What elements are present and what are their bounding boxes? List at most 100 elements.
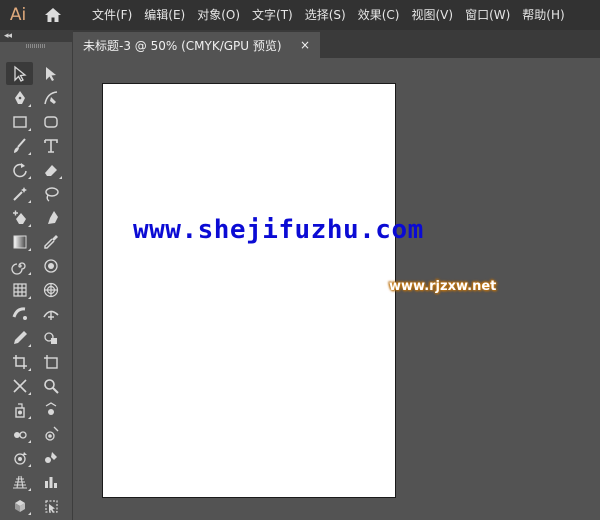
symbol-scruncher-tool-button[interactable] <box>6 422 33 445</box>
tool-group-indicator <box>28 440 31 443</box>
anchor-point-tool-button[interactable] <box>37 206 64 229</box>
tool-row <box>6 230 68 254</box>
direct-selection-tool-icon <box>45 66 56 81</box>
tool-row <box>6 422 68 446</box>
zoom-tool-icon <box>43 378 59 394</box>
tool-group-indicator <box>28 200 31 203</box>
menu-file[interactable]: 文件(F) <box>86 0 138 30</box>
symbol-shifter-tool-icon <box>45 401 56 415</box>
menu-help[interactable]: 帮助(H) <box>516 0 570 30</box>
polar-grid-tool-button[interactable] <box>37 278 64 301</box>
document-tab-bar: 未标题-3 @ 50% (CMYK/GPU 预览) × <box>73 30 600 58</box>
spiral-tool-button[interactable] <box>6 254 33 277</box>
symbol-sprayer-tool-button[interactable] <box>6 398 33 421</box>
magic-wand-tool-button[interactable] <box>6 182 33 205</box>
artboard-tool-button[interactable] <box>37 350 64 373</box>
tool-group-indicator <box>28 512 31 515</box>
live-paint-tool-button[interactable] <box>6 494 33 517</box>
tool-group-indicator <box>28 392 31 395</box>
symbol-sizer-tool-button[interactable] <box>37 422 64 445</box>
rotate-tool-icon <box>12 162 27 177</box>
column-graph-tool-button[interactable] <box>37 470 64 493</box>
menu-effect[interactable]: 效果(C) <box>352 0 406 30</box>
tool-group-indicator <box>28 224 31 227</box>
width-tool-button[interactable] <box>37 302 64 325</box>
home-icon[interactable] <box>38 0 68 30</box>
document-tab-title: 未标题-3 @ 50% (CMYK/GPU 预览) <box>83 38 282 53</box>
twirl-tool-icon <box>43 258 58 273</box>
tool-group-indicator <box>28 296 31 299</box>
eraser-tool-icon <box>44 164 57 176</box>
tool-row <box>6 494 68 518</box>
rectangle-tool-button[interactable] <box>6 110 33 133</box>
paintbrush-tool-button[interactable] <box>6 134 33 157</box>
lasso-tool-button[interactable] <box>37 182 64 205</box>
tool-row <box>6 446 68 470</box>
menu-bar: Ai 文件(F) 编辑(E) 对象(O) 文字(T) 选择(S) 效果(C) 视… <box>0 0 600 30</box>
blob-brush-tool-button[interactable] <box>6 302 33 325</box>
tool-group-indicator <box>28 488 31 491</box>
selection-tool-button[interactable] <box>6 62 33 85</box>
tool-row <box>6 134 68 158</box>
tool-row <box>6 182 68 206</box>
eraser-tool-button[interactable] <box>37 158 64 181</box>
panel-grip[interactable] <box>26 44 46 48</box>
menu-select[interactable]: 选择(S) <box>299 0 352 30</box>
symbol-spinner-tool-button[interactable] <box>6 446 33 469</box>
watermark-main: www.shejifuzhu.com <box>133 215 424 245</box>
live-paint-selection-tool-button[interactable] <box>37 494 64 517</box>
add-anchor-tool-button[interactable] <box>6 206 33 229</box>
tool-group-indicator <box>28 152 31 155</box>
collapse-panel-button[interactable]: ◂◂ <box>4 30 12 42</box>
perspective-grid-tool-button[interactable] <box>6 470 33 493</box>
live-paint-selection-tool-icon <box>44 499 58 513</box>
pen-tool-icon <box>14 90 25 104</box>
tool-row <box>6 278 68 302</box>
app-logo: Ai <box>9 5 27 25</box>
crop-tool-button[interactable] <box>6 350 33 373</box>
menu-type[interactable]: 文字(T) <box>246 0 299 30</box>
symbol-sizer-tool-icon <box>44 426 58 441</box>
menu-view[interactable]: 视图(V) <box>405 0 459 30</box>
symbol-shifter-tool-button[interactable] <box>37 398 64 421</box>
rotate-tool-button[interactable] <box>6 158 33 181</box>
type-tool-icon <box>43 138 58 153</box>
menu-object[interactable]: 对象(O) <box>191 0 246 30</box>
tool-row <box>6 62 68 86</box>
tool-row <box>6 470 68 494</box>
column-graph-tool-icon <box>44 476 57 488</box>
type-tool-button[interactable] <box>37 134 64 157</box>
twirl-tool-button[interactable] <box>37 254 64 277</box>
tool-row <box>6 158 68 182</box>
gradient-tool-button[interactable] <box>6 230 33 253</box>
pen-tool-button[interactable] <box>6 86 33 109</box>
close-icon[interactable]: × <box>300 38 310 52</box>
eyedropper-tool-button[interactable] <box>37 230 64 253</box>
gradient-tool-icon <box>13 235 26 248</box>
tools-panel: ◂◂ <box>0 30 73 520</box>
grid-tool-button[interactable] <box>6 278 33 301</box>
grid-tool-icon <box>12 282 27 297</box>
tool-group-indicator <box>28 344 31 347</box>
symbol-stainer-tool-button[interactable] <box>37 446 64 469</box>
symbol-scruncher-tool-icon <box>13 430 27 439</box>
artboard[interactable] <box>102 83 396 498</box>
shape-builder-tool-button[interactable] <box>37 326 64 349</box>
slice-tool-button[interactable] <box>6 374 33 397</box>
tool-group-indicator <box>28 104 31 107</box>
curvature-tool-button[interactable] <box>37 86 64 109</box>
rounded-rectangle-tool-button[interactable] <box>37 110 64 133</box>
tool-row <box>6 374 68 398</box>
shape-builder-tool-icon <box>43 331 57 344</box>
live-paint-tool-icon <box>14 499 25 512</box>
direct-selection-tool-button[interactable] <box>37 62 64 85</box>
document-tab[interactable]: 未标题-3 @ 50% (CMYK/GPU 预览) × <box>73 32 320 58</box>
tool-group-indicator <box>28 368 31 371</box>
menu-window[interactable]: 窗口(W) <box>459 0 516 30</box>
menu-edit[interactable]: 编辑(E) <box>138 0 191 30</box>
rounded-rectangle-tool-icon <box>43 115 58 128</box>
perspective-grid-tool-icon <box>12 475 27 489</box>
zoom-tool-button[interactable] <box>37 374 64 397</box>
tool-row <box>6 326 68 350</box>
pencil-tool-button[interactable] <box>6 326 33 349</box>
